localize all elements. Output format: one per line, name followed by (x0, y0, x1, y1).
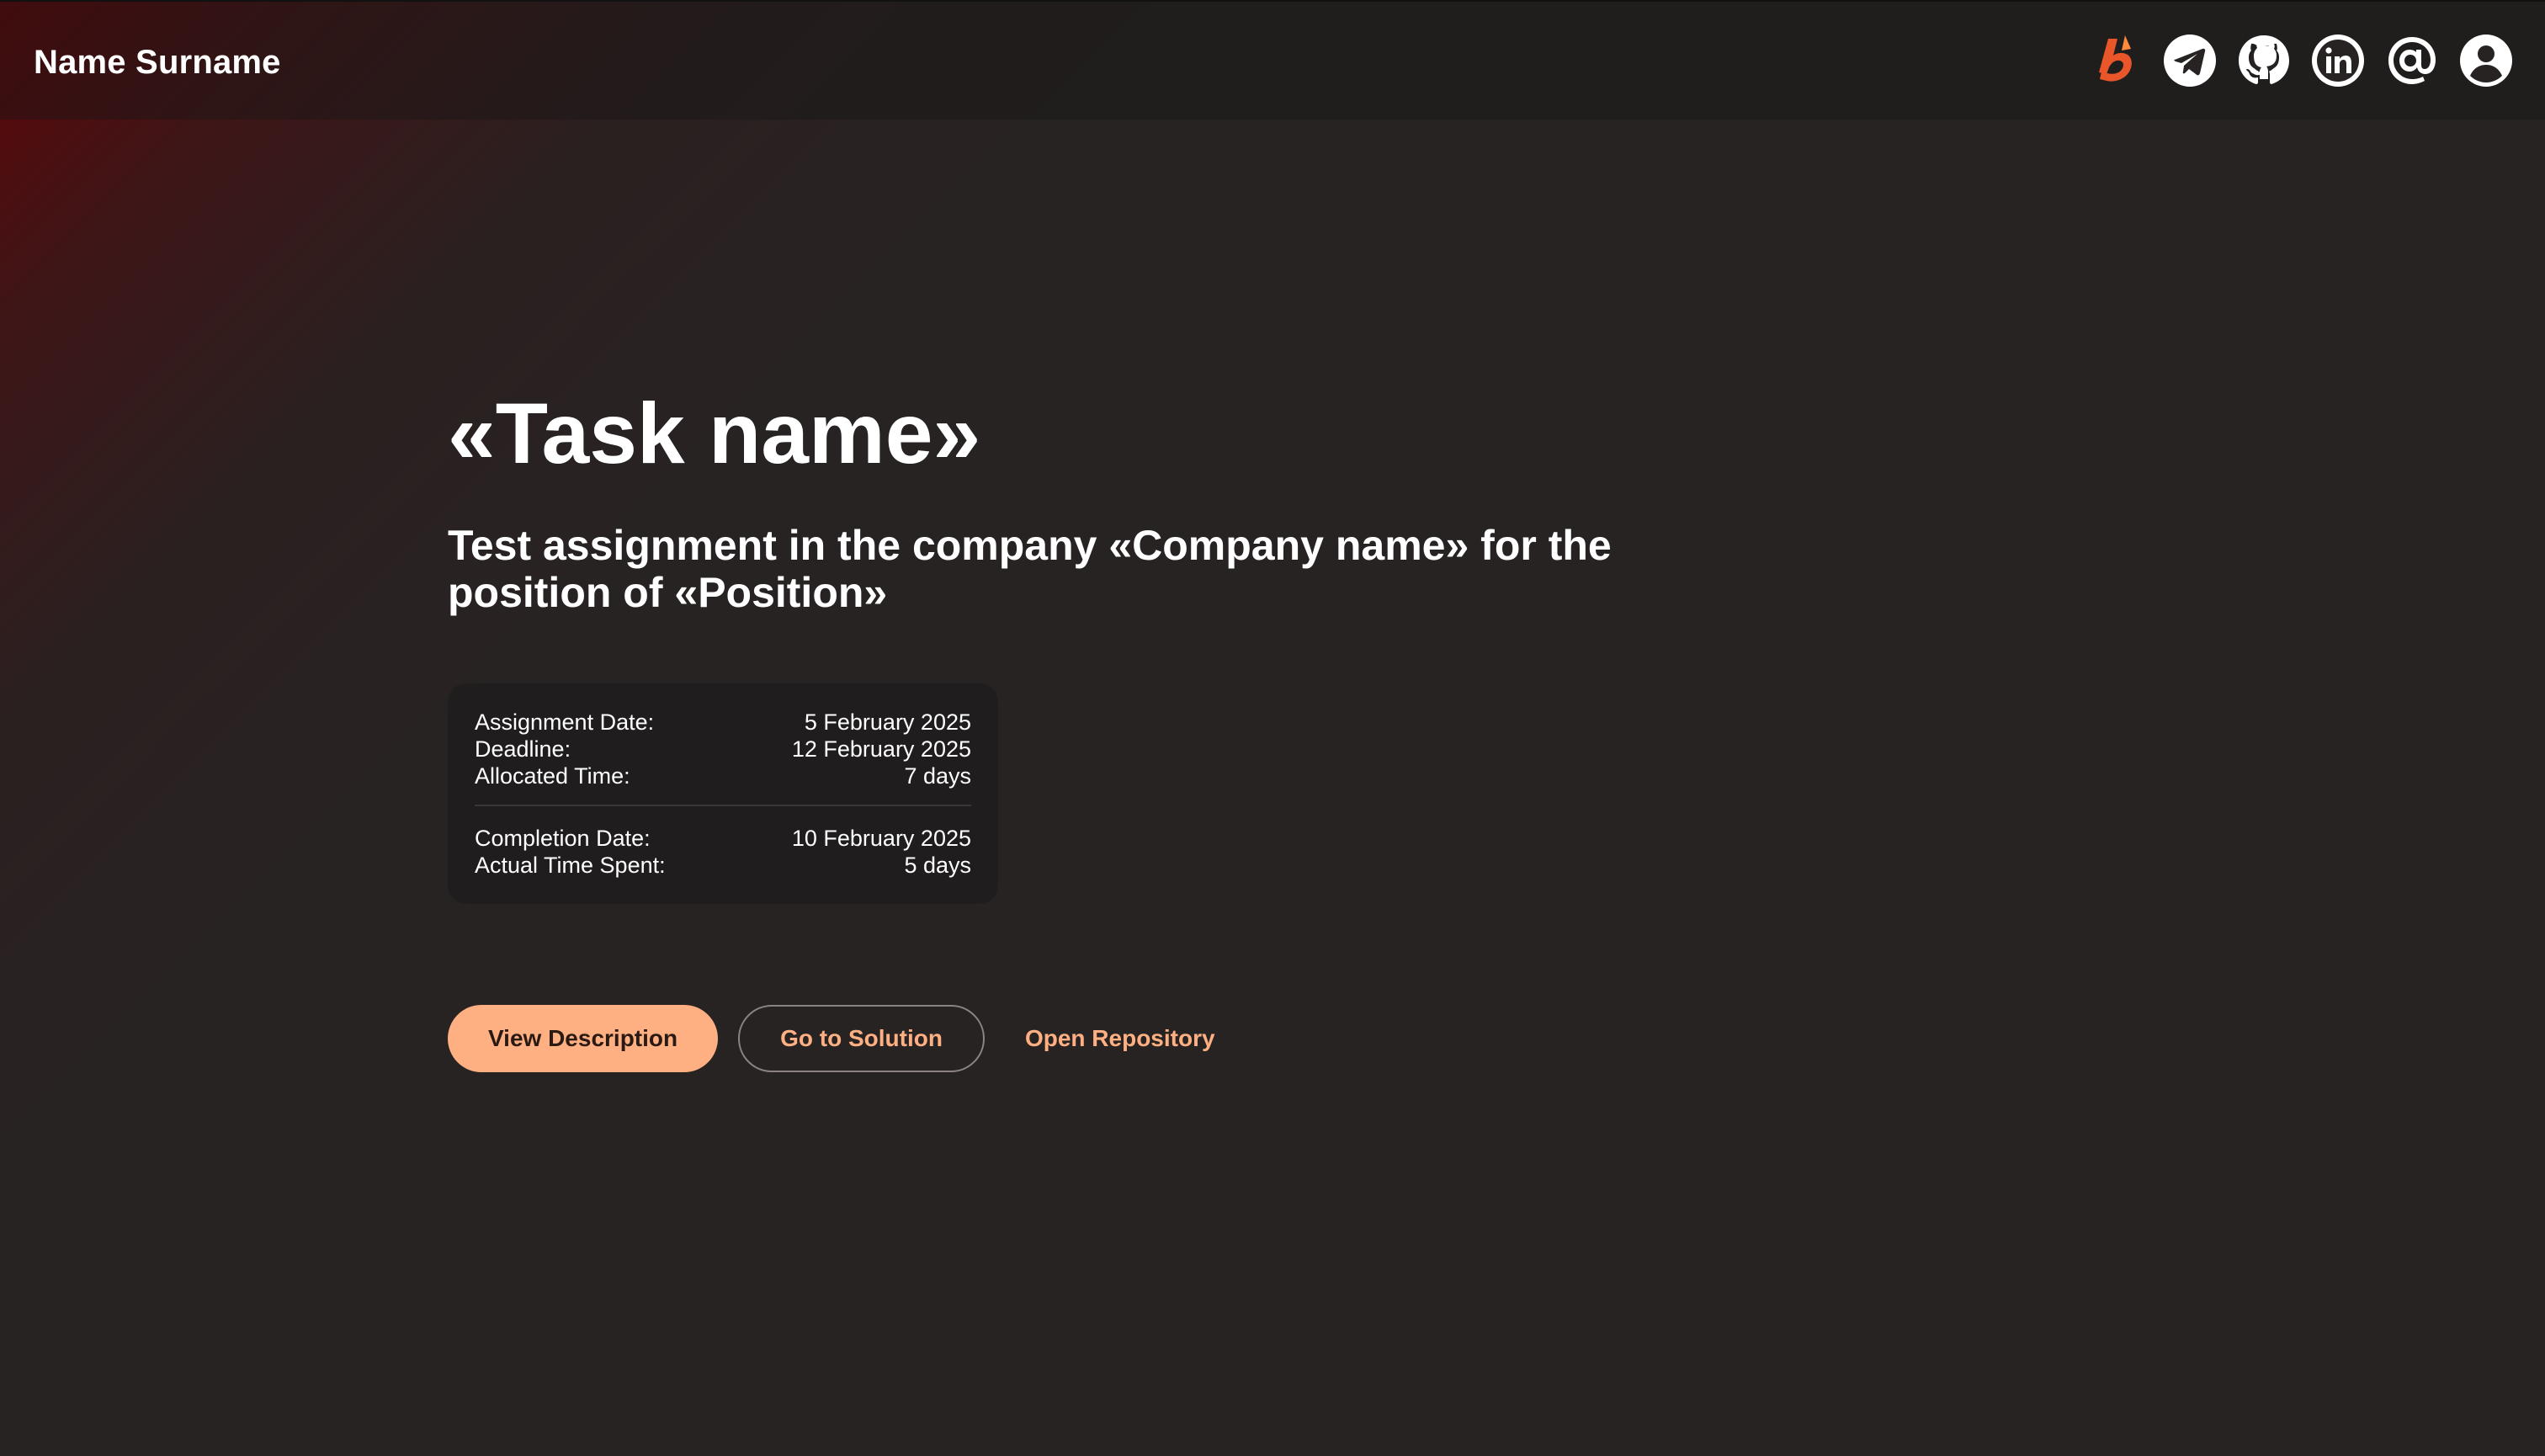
details-divider (475, 805, 971, 806)
top-navigation-bar: Name Surname (0, 0, 2545, 120)
task-overview: «Task name» Test assignment in the compa… (448, 379, 1727, 1072)
task-title: «Task name» (448, 385, 981, 481)
telegram-icon[interactable] (2163, 34, 2217, 88)
linkedin-icon[interactable] (2311, 34, 2365, 88)
profile-icon[interactable] (2459, 34, 2513, 88)
task-details-card: Assignment Date: 5 February 2025 Deadlin… (448, 683, 998, 904)
completion-date-value: 10 February 2025 (791, 826, 971, 851)
actual-time-label: Actual Time Spent: (475, 853, 666, 878)
assignment-date-value: 5 February 2025 (804, 709, 971, 735)
go-to-solution-button[interactable]: Go to Solution (738, 1005, 985, 1072)
completion-date-label: Completion Date: (475, 826, 651, 851)
completion-date-row: Completion Date: 10 February 2025 (475, 825, 971, 852)
actual-time-value: 5 days (904, 853, 971, 878)
actual-time-row: Actual Time Spent: 5 days (475, 852, 971, 879)
github-icon[interactable] (2237, 34, 2291, 88)
allocated-time-row: Allocated Time: 7 days (475, 763, 971, 789)
deadline-row: Deadline: 12 February 2025 (475, 736, 971, 763)
behance-icon[interactable] (2089, 34, 2143, 88)
task-subtitle: Test assignment in the company «Company … (448, 522, 1612, 616)
deadline-label: Deadline: (475, 736, 571, 762)
task-actions: View Description Go to Solution Open Rep… (448, 1005, 1727, 1072)
view-description-button[interactable]: View Description (448, 1005, 719, 1072)
assignment-date-label: Assignment Date: (475, 709, 655, 735)
deadline-value: 12 February 2025 (791, 736, 971, 762)
email-icon[interactable] (2385, 34, 2439, 88)
site-owner-name[interactable]: Name Surname (34, 39, 281, 86)
allocated-time-value: 7 days (904, 763, 971, 789)
assignment-date-row: Assignment Date: 5 February 2025 (475, 709, 971, 736)
allocated-time-label: Allocated Time: (475, 763, 630, 789)
open-repository-link[interactable]: Open Repository (1025, 1025, 1215, 1052)
social-links (2089, 34, 2513, 88)
